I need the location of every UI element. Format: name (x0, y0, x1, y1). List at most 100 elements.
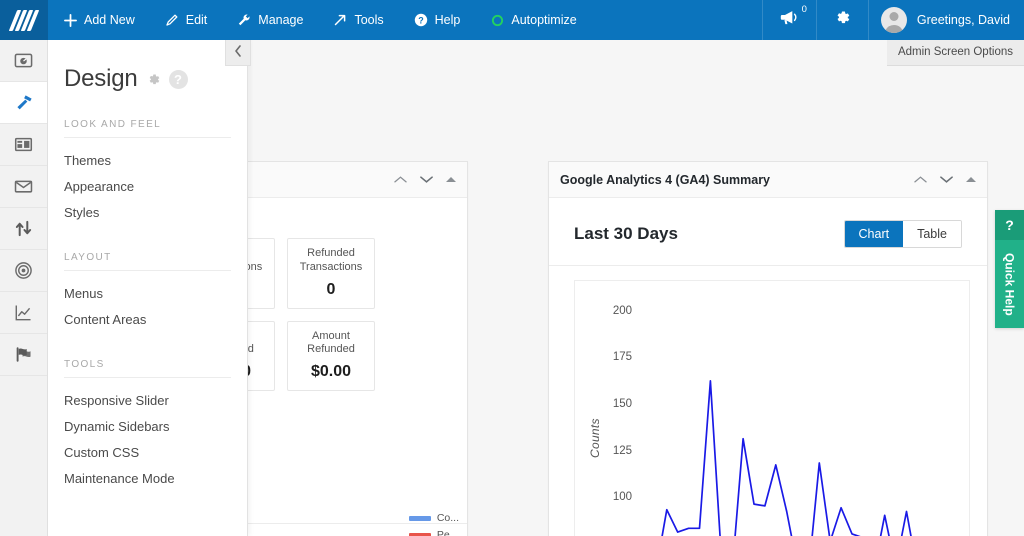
icon-rail (0, 40, 48, 536)
group-label: LOOK AND FEEL (64, 119, 162, 130)
chevron-down-icon[interactable] (420, 175, 433, 184)
nav-link-dynamic-sidebars[interactable]: Dynamic Sidebars (48, 414, 247, 440)
plus-icon (63, 13, 77, 27)
y-axis-tick: 150 (612, 398, 632, 410)
adminbar-item-edit[interactable]: Edit (150, 0, 223, 40)
legend-item: Pe... (408, 529, 459, 536)
divider (64, 377, 231, 378)
stat-label: Refunded Transactions (299, 247, 363, 273)
adminbar-item-label: Manage (258, 13, 304, 27)
ga4-chart: Counts 75100125150175200 (574, 280, 970, 536)
group-label: LAYOUT (64, 252, 112, 263)
adminbar-item-help[interactable]: ? Help (399, 0, 476, 40)
widget-controls (914, 175, 976, 184)
chart-legend: Co... Pe... Es... (408, 512, 459, 536)
brand-logo-icon (8, 10, 39, 31)
y-axis-tick: 100 (612, 491, 632, 504)
sidebar-item-analytics[interactable] (0, 292, 47, 334)
stat-card: Refunded Transactions 0 (287, 238, 375, 309)
greeting-text: Greetings, David (916, 13, 1010, 27)
chevron-up-icon[interactable] (394, 175, 407, 184)
sidebar-item-widgets[interactable] (0, 124, 47, 166)
sidebar-item-design[interactable] (0, 82, 47, 124)
question-mark-icon[interactable]: ? (168, 69, 188, 89)
group-label: TOOLS (64, 359, 105, 370)
notifications-button[interactable]: 0 (761, 0, 816, 40)
collapse-panel-button[interactable] (225, 40, 251, 66)
legend-label: Pe... (436, 529, 459, 536)
avatar (880, 7, 907, 33)
nav-link-appearance[interactable]: Appearance (48, 174, 247, 200)
pencil-icon (165, 13, 179, 27)
line-chart-icon (14, 303, 33, 322)
adminbar-item-manage[interactable]: Manage (222, 0, 318, 40)
wrench-icon (237, 13, 251, 27)
quick-help-tab[interactable]: ? Quick Help (995, 210, 1024, 328)
quick-help-label: Quick Help (1002, 252, 1017, 316)
hammer-icon (14, 93, 34, 113)
stat-card: Amount Refunded $0.00 (287, 320, 375, 391)
design-flyout-panel: Design ? LOOK AND FEEL Themes Appearance… (48, 40, 251, 536)
brand-logo[interactable] (0, 0, 48, 40)
panel-header: Design ? (48, 40, 247, 93)
question-mark-icon: ? (995, 210, 1024, 240)
triangle-up-icon[interactable] (966, 177, 976, 182)
legend-swatch (408, 515, 431, 521)
chevron-up-icon[interactable] (914, 175, 927, 184)
nav-link-custom-css[interactable]: Custom CSS (48, 440, 247, 466)
admin-bar-menu: Add New Edit Manage Tools ? Help Autopti… (48, 0, 592, 40)
plot-frame (574, 280, 970, 536)
nav-link-content-areas[interactable]: Content Areas (48, 307, 247, 333)
stat-value: 0 (326, 280, 336, 298)
admin-screen-options-tooltip[interactable]: Admin Screen Options (886, 40, 1024, 66)
adminbar-item-label: Tools (354, 13, 384, 27)
gear-icon[interactable] (146, 72, 161, 87)
circle-outline-icon (490, 13, 504, 27)
screen-root: Add New Edit Manage Tools ? Help Autopti… (0, 0, 1024, 536)
nav-link-maintenance-mode[interactable]: Maintenance Mode (48, 466, 247, 492)
sidebar-item-dashboard[interactable] (0, 40, 47, 82)
flag-icon (14, 345, 33, 364)
adminbar-item-tools[interactable]: Tools (318, 0, 398, 40)
nav-link-themes[interactable]: Themes (48, 148, 247, 174)
panel-title: Design (64, 65, 138, 92)
help-circle-icon: ? (414, 13, 428, 27)
up-down-arrows-icon (14, 219, 33, 238)
sidebar-item-transfer[interactable] (0, 208, 47, 250)
ga4-body: Last 30 Days Chart Table Counts 75100125… (549, 198, 987, 536)
layout-icon (14, 135, 33, 154)
chevron-down-icon[interactable] (940, 175, 953, 184)
widget-controls (394, 175, 456, 184)
nav-link-menus[interactable]: Menus (48, 281, 247, 307)
widget-title: Google Analytics 4 (GA4) Summary (560, 172, 771, 187)
settings-button[interactable] (815, 0, 868, 40)
legend-item: Co... (408, 512, 459, 524)
user-menu[interactable]: Greetings, David (867, 0, 1024, 40)
stat-label: Amount Refunded (307, 329, 355, 356)
sidebar-item-targets[interactable] (0, 250, 47, 292)
triangle-up-icon[interactable] (446, 177, 456, 182)
gear-icon (834, 9, 851, 31)
y-axis-tick: 175 (612, 351, 632, 364)
panel-group-look-and-feel: LOOK AND FEEL Themes Appearance Styles (48, 119, 247, 226)
arrow-up-right-icon (333, 13, 347, 27)
adminbar-item-autoptimize[interactable]: Autoptimize (475, 0, 591, 40)
chart-series-counts (661, 380, 912, 536)
adminbar-item-label: Autoptimize (511, 13, 577, 27)
divider (64, 270, 231, 271)
nav-link-responsive-slider[interactable]: Responsive Slider (48, 388, 247, 414)
chart-canvas (661, 380, 912, 536)
panel-group-layout: LAYOUT Menus Content Areas (48, 252, 247, 333)
sidebar-item-mail[interactable] (0, 166, 47, 208)
megaphone-icon: 0 (780, 4, 807, 31)
nav-link-styles[interactable]: Styles (48, 200, 247, 226)
adminbar-item-add-new[interactable]: Add New (48, 0, 150, 40)
legend-label: Co... (436, 512, 459, 524)
tab-chart[interactable]: Chart (844, 221, 904, 247)
sidebar-item-flags[interactable] (0, 334, 47, 376)
stat-value: $0.00 (310, 363, 352, 380)
svg-text:?: ? (418, 15, 424, 25)
chevron-left-icon (234, 45, 242, 60)
ga4-toolbar: Last 30 Days Chart Table (549, 198, 987, 266)
tab-table[interactable]: Table (903, 221, 961, 247)
